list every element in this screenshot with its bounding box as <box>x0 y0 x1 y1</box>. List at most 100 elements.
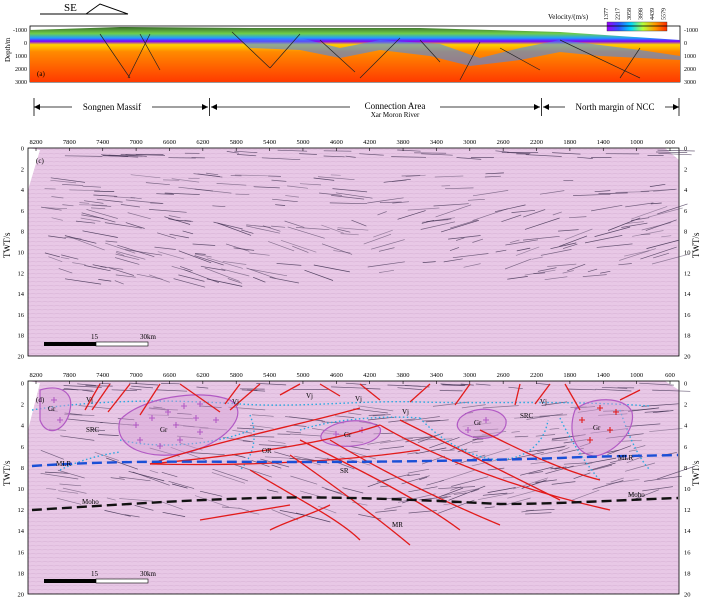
y-tick-right: 6 <box>684 444 688 451</box>
svg-text:SRC: SRC <box>86 426 100 434</box>
velocity-tick-label: 5579 <box>662 8 668 20</box>
y-tick-left: 4 <box>21 423 25 430</box>
y-tick-right: 4 <box>684 187 688 194</box>
y-tick-left: 16 <box>18 312 25 319</box>
y-tick-right: 6 <box>684 208 688 215</box>
svg-text:Vj: Vj <box>355 395 362 403</box>
panel-c-letter: (c) <box>36 157 44 165</box>
y-tick-left: 12 <box>18 507 25 514</box>
y-tick-right: 10 <box>684 250 691 257</box>
y-tick-right: 12 <box>684 270 691 277</box>
y-tick-right: 0 <box>684 146 687 153</box>
svg-text:Gr: Gr <box>593 424 601 432</box>
y-tick-left: 6 <box>21 444 25 451</box>
x-tick-label: 3800 <box>397 372 410 379</box>
x-tick-label: 3000 <box>463 139 476 146</box>
y-tick-left: 2 <box>21 166 24 173</box>
y-tick-right: 10 <box>684 486 691 493</box>
x-tick-label: 4200 <box>363 372 376 379</box>
x-tick-label: 1400 <box>597 139 610 146</box>
y-tick-right: 20 <box>684 354 691 361</box>
direction-label: SE <box>64 2 77 14</box>
svg-text:OR: OR <box>262 447 272 455</box>
y-tick-right: 2 <box>684 166 687 173</box>
velocity-legend: Velocity/(m/s) 1377 2217 3058 3898 4439 5579 <box>548 8 668 32</box>
x-tick-label: 4600 <box>330 372 343 379</box>
velocity-tick-label: 2217 <box>616 8 622 20</box>
y-tick-right: 8 <box>684 229 687 236</box>
region-label-connection: Connection Area <box>365 101 426 111</box>
y-tick-right: 16 <box>684 549 691 556</box>
y-tick-right: 18 <box>684 570 691 577</box>
x-tick-label: 8200 <box>30 139 43 146</box>
panel-d-y-label-right: TWT/s <box>691 460 701 486</box>
x-tick-label: 7800 <box>63 139 76 146</box>
svg-text:30km: 30km <box>140 570 157 578</box>
x-tick-label: 2600 <box>497 372 510 379</box>
y-tick-left: 18 <box>18 333 25 340</box>
y-tick-left: 18 <box>18 570 25 577</box>
seismic-panel-d: Gr Gr Gr Gr Gr Vj Vj Vj Vj Vj Vj SRC SRC… <box>2 372 701 599</box>
depth-tick-right: 1000 <box>684 54 696 60</box>
panel-d-letter: (d) <box>36 396 45 404</box>
depth-tick-left: -1000 <box>13 28 27 34</box>
panel-c-y-label-right: TWT/s <box>691 232 701 258</box>
panel-c-y-label-left: TWT/s <box>2 232 12 258</box>
svg-text:Gr: Gr <box>474 419 482 427</box>
y-tick-left: 20 <box>18 592 25 599</box>
svg-text:MLR: MLR <box>618 454 634 462</box>
x-tick-label: 6600 <box>163 372 176 379</box>
y-tick-left: 14 <box>18 291 25 298</box>
x-tick-label: 5400 <box>263 372 276 379</box>
svg-text:Vj: Vj <box>540 398 547 406</box>
depth-tick-right: -1000 <box>684 28 698 34</box>
y-tick-left: 10 <box>18 250 25 257</box>
velocity-colorbar <box>606 21 668 32</box>
panel-d-y-label-left: TWT/s <box>2 460 12 486</box>
y-tick-right: 14 <box>684 291 691 298</box>
depth-tick-right: 3000 <box>684 80 696 86</box>
region-sublabel-river: Xar Moron River <box>371 111 420 119</box>
x-tick-label: 8200 <box>30 372 43 379</box>
x-tick-label: 7800 <box>63 372 76 379</box>
x-tick-label: 7400 <box>96 372 109 379</box>
x-tick-label: 3000 <box>463 372 476 379</box>
x-tick-label: 2600 <box>497 139 510 146</box>
svg-text:MLR: MLR <box>56 460 72 468</box>
y-tick-left: 2 <box>21 402 24 409</box>
x-tick-label: 7000 <box>130 139 143 146</box>
velocity-tick-label: 4439 <box>650 8 656 20</box>
velocity-legend-title: Velocity/(m/s) <box>548 13 589 21</box>
svg-text:SR: SR <box>340 467 349 475</box>
x-tick-label: 2200 <box>530 372 543 379</box>
y-tick-right: 8 <box>684 465 687 472</box>
seismic-panel-c: (c) 8200 7800 7400 7000 6600 6200 5800 5400 5000… <box>2 139 701 361</box>
x-tick-label: 5800 <box>230 139 243 146</box>
y-tick-right: 4 <box>684 423 688 430</box>
depth-tick-right: 0 <box>684 41 687 47</box>
svg-text:15: 15 <box>91 333 99 341</box>
y-tick-left: 4 <box>21 187 25 194</box>
x-tick-label: 1800 <box>563 372 576 379</box>
depth-tick-left: 2000 <box>15 67 27 73</box>
x-tick-label: 6200 <box>196 139 209 146</box>
x-tick-label: 1000 <box>630 372 643 379</box>
y-tick-left: 20 <box>18 354 25 361</box>
figure-canvas: SE Velocity/(m/s) 1377 2217 3058 3898 4439 55… <box>2 2 701 599</box>
x-tick-label: 3400 <box>430 372 443 379</box>
depth-tick-left: 1000 <box>15 54 27 60</box>
y-tick-right: 14 <box>684 528 691 535</box>
svg-text:15: 15 <box>91 570 99 578</box>
y-tick-right: 18 <box>684 333 691 340</box>
x-tick-label: 1400 <box>597 372 610 379</box>
x-tick-label: 600 <box>665 372 675 379</box>
region-bar: Songnen Massif Connection Area Xar Moron… <box>33 98 680 119</box>
svg-text:Vj: Vj <box>86 396 93 404</box>
velocity-panel: SE Velocity/(m/s) 1377 2217 3058 3898 4439 55… <box>4 2 698 86</box>
x-tick-label: 1000 <box>630 139 643 146</box>
x-tick-label: 7400 <box>96 139 109 146</box>
svg-text:30km: 30km <box>140 333 157 341</box>
velocity-tick-label: 3898 <box>639 8 645 20</box>
svg-text:MR: MR <box>392 521 403 529</box>
region-label-songnen: Songnen Massif <box>83 102 141 112</box>
